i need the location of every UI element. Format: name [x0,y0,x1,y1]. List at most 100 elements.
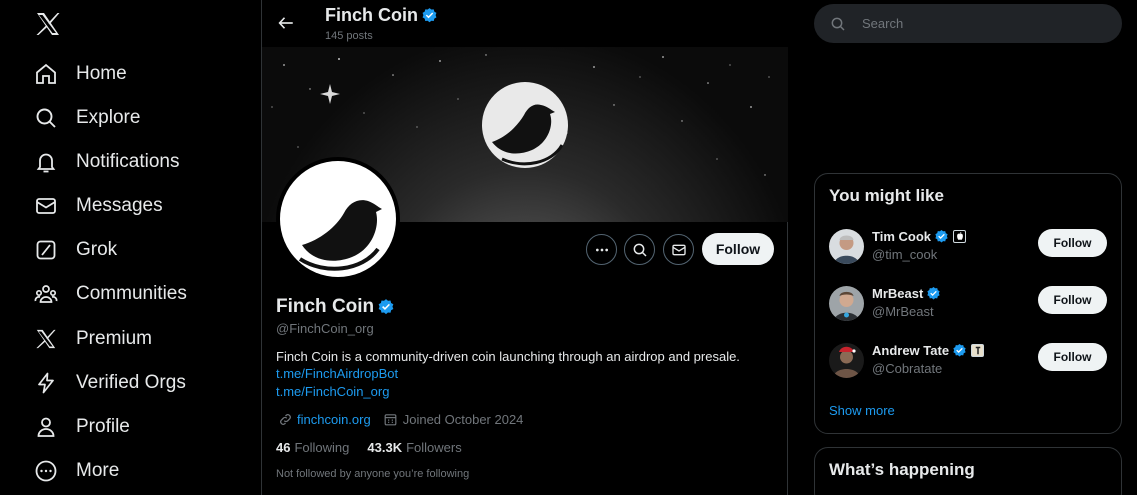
left-navigation: Home Explore Notifications Messages Grok… [0,0,261,495]
verified-badge-icon [377,298,395,316]
follow-button[interactable]: Follow [1038,343,1107,371]
avatar[interactable] [829,229,864,264]
following-count: 46 [276,440,291,455]
profile-meta: finchcoin.org Joined October 2024 [278,412,523,427]
nav-communities-label: Communities [76,283,187,304]
header-name-text: Finch Coin [325,5,418,25]
whats-happening-title: What’s happening [829,460,975,479]
verified-badge-icon [421,7,438,24]
mutual-followers-note: Not followed by anyone you’re following [276,468,470,480]
profile-header-bar: Finch Coin 145 posts [262,0,788,47]
nav-premium-label: Premium [76,328,153,349]
profile-bio: Finch Coin is a community-driven coin la… [276,349,740,364]
follow-button[interactable]: Follow [1038,229,1107,257]
search-input[interactable] [862,16,1092,31]
suggestion-handle: @MrBeast [872,304,934,319]
nav-home[interactable]: Home [34,58,127,90]
link-icon [278,412,293,427]
follow-stats: 46 Following 43.3K Followers [276,440,480,455]
suggestion-name-text: Andrew Tate [872,343,950,358]
suggestion-name-text: Tim Cook [872,229,931,244]
search-icon [34,106,58,130]
grok-icon [34,238,58,262]
header-profile-name: Finch Coin [325,5,438,26]
website-link[interactable]: finchcoin.org [297,412,371,427]
nav-profile-label: Profile [76,416,130,437]
follow-button[interactable]: Follow [1038,286,1107,314]
bio-link-airdrop-bot[interactable]: t.me/FinchAirdropBot [276,366,398,381]
whats-happening-panel: What’s happening [814,447,1122,495]
search-icon [830,16,846,32]
verified-badge-icon [934,229,949,244]
nav-more-label: More [76,460,120,481]
profile-avatar[interactable] [276,157,400,281]
home-icon [34,62,58,86]
ellipsis-icon [595,248,608,251]
nav-notifications-label: Notifications [76,151,180,172]
suggestion-name: Tim Cook [872,229,966,244]
nav-profile[interactable]: Profile [34,411,130,443]
joined-date: Joined October 2024 [402,412,524,427]
nav-notifications[interactable]: Notifications [34,146,180,178]
x-logo-icon [34,327,58,351]
following-label: Following [294,440,350,455]
mail-icon [671,244,686,255]
message-button[interactable] [663,234,694,265]
nav-messages-label: Messages [76,195,163,216]
suggestion-item[interactable]: Tim Cook @tim_cook Follow [829,227,1109,267]
nav-verified-orgs[interactable]: Verified Orgs [34,367,186,399]
nav-explore-label: Explore [76,107,141,128]
nav-grok-label: Grok [76,239,118,260]
more-options-button[interactable] [586,234,617,265]
header-post-count: 145 posts [325,30,373,42]
search-bar[interactable] [814,4,1122,43]
followers-label: Followers [406,440,462,455]
following-link[interactable]: 46 Following [276,440,349,455]
apple-badge-icon [953,230,966,243]
follow-button[interactable]: Follow [702,233,774,265]
suggestion-name: Andrew Tate [872,343,985,358]
org-badge-icon [971,344,985,357]
suggestion-name-text: MrBeast [872,286,924,301]
banner-finch-logo [482,82,568,168]
suggestion-name: MrBeast [872,286,941,301]
profile-name-text: Finch Coin [276,296,375,317]
profile-column: Finch Coin 145 posts Follow Finch Coin @… [261,0,788,495]
search-profile-button[interactable] [624,234,655,265]
mail-icon [34,194,58,218]
suggestion-handle: @Cobratate [872,361,943,376]
lightning-icon [34,371,58,395]
bell-icon [34,150,58,174]
avatar[interactable] [829,343,864,378]
bio-link-telegram[interactable]: t.me/FinchCoin_org [276,384,389,399]
verified-badge-icon [926,286,941,301]
show-more-link[interactable]: Show more [829,403,895,418]
search-icon [633,243,647,257]
nav-more[interactable]: More [34,455,119,487]
nav-home-label: Home [76,63,127,84]
profile-name: Finch Coin [276,296,395,318]
followers-count: 43.3K [367,440,403,455]
x-logo-icon[interactable] [34,10,62,38]
nav-grok[interactable]: Grok [34,234,117,266]
more-circle-icon [34,459,58,483]
back-arrow-icon[interactable] [273,10,299,36]
suggestion-item[interactable]: Andrew Tate @Cobratate Follow [829,341,1109,381]
people-icon [34,282,58,306]
who-to-follow-title: You might like [829,186,944,205]
nav-premium[interactable]: Premium [34,323,152,355]
nav-messages[interactable]: Messages [34,190,163,222]
avatar[interactable] [829,286,864,321]
followers-link[interactable]: 43.3K Followers [367,440,461,455]
suggestion-handle: @tim_cook [872,247,938,262]
person-icon [34,415,58,439]
profile-handle: @FinchCoin_org [276,321,374,336]
verified-badge-icon [952,343,967,358]
suggestion-item[interactable]: MrBeast @MrBeast Follow [829,284,1109,324]
nav-communities[interactable]: Communities [34,278,187,310]
finch-logo-icon [298,200,382,271]
who-to-follow-panel: You might like Tim Cook @tim_cook Follow… [814,173,1122,434]
nav-explore[interactable]: Explore [34,102,140,134]
nav-verified-orgs-label: Verified Orgs [76,372,186,393]
calendar-icon [383,412,398,427]
